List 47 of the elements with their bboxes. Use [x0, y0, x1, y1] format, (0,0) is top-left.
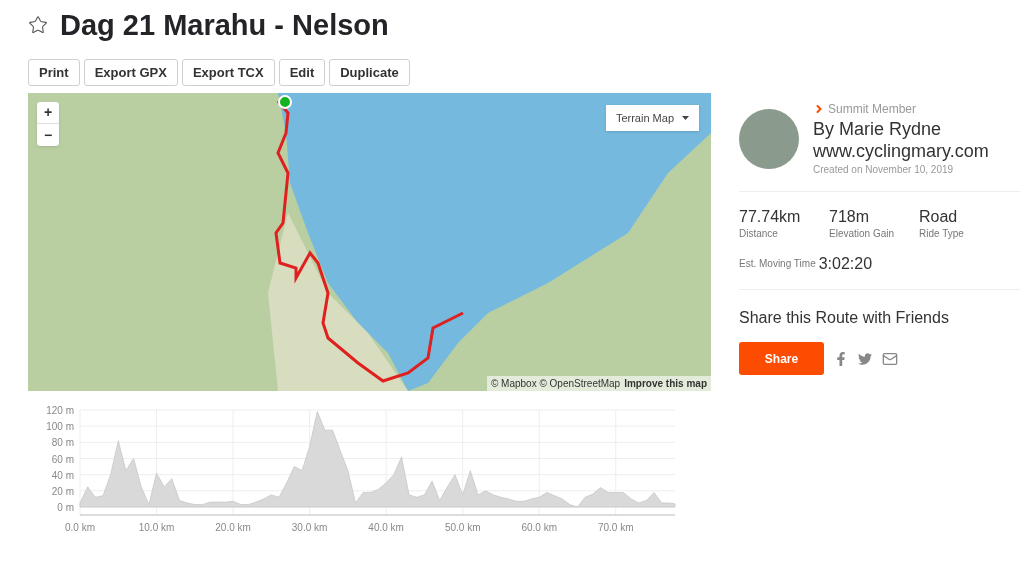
map-style-dropdown[interactable]: Terrain Map — [605, 105, 699, 131]
y-tick-label: 120 m — [46, 405, 74, 416]
author-name[interactable]: By Marie Rydne — [813, 118, 989, 140]
mail-icon[interactable] — [882, 350, 898, 367]
action-button[interactable]: Edit — [278, 59, 326, 86]
zoom-out-button[interactable]: − — [37, 124, 59, 146]
y-tick-label: 20 m — [51, 485, 74, 497]
stat-label: Elevation Gain — [829, 227, 896, 241]
x-tick-label: 10.0 km — [138, 522, 175, 533]
x-tick-label: 40.0 km — [368, 522, 404, 533]
y-tick-label: 80 m — [51, 437, 74, 449]
y-tick-label: 100 m — [46, 421, 74, 433]
created-date: Created on November 10, 2019 — [813, 163, 955, 177]
stat-value: 77.74km — [739, 208, 802, 226]
star-icon[interactable] — [28, 15, 48, 35]
action-button[interactable]: Export TCX — [181, 59, 275, 86]
moving-time-label: Est. Moving Time — [739, 257, 816, 271]
y-tick-label: 0 m — [57, 502, 74, 513]
map-drawing[interactable]: + − Terrain Map © Mapbox © OpenStreetMap Improve this map — [28, 93, 711, 391]
zoom-in-button[interactable]: + — [37, 102, 59, 124]
moving-time-value: 3:02:20 — [818, 255, 873, 273]
stat-label: Distance — [739, 227, 779, 241]
action-button[interactable]: Print — [28, 59, 80, 86]
stat-value: Road — [919, 208, 959, 226]
y-tick-label: 40 m — [51, 469, 74, 481]
facebook-icon[interactable] — [834, 351, 848, 366]
x-tick-label: 50.0 km — [444, 522, 481, 533]
improve-map-link[interactable]: Improve this map — [624, 376, 707, 391]
x-tick-label: 30.0 km — [291, 522, 328, 533]
share-heading: Share this Route with Friends — [739, 309, 949, 326]
y-tick-label: 60 m — [51, 453, 74, 465]
avatar[interactable] — [739, 109, 799, 169]
route-title: Dag 21 Marahu - Nelson — [60, 8, 389, 42]
stat-label: Ride Type — [919, 227, 965, 241]
x-tick-label: 70.0 km — [597, 522, 634, 533]
action-button[interactable]: Export GPX — [83, 59, 178, 86]
x-tick-label: 0.0 km — [65, 522, 95, 533]
x-tick-label: 20.0 km — [215, 522, 251, 533]
x-tick-label: 60.0 km — [521, 522, 557, 533]
stat-value: 718m — [829, 208, 871, 226]
action-button[interactable]: Duplicate — [329, 59, 410, 86]
map-attribution: © Mapbox © OpenStreetMap — [490, 377, 621, 391]
twitter-icon[interactable] — [858, 351, 872, 366]
caret-icon — [682, 116, 689, 120]
member-status-label: Summit Member — [828, 101, 916, 118]
author-website[interactable]: www.cyclingmary.com — [813, 140, 989, 162]
start-marker — [278, 95, 292, 109]
